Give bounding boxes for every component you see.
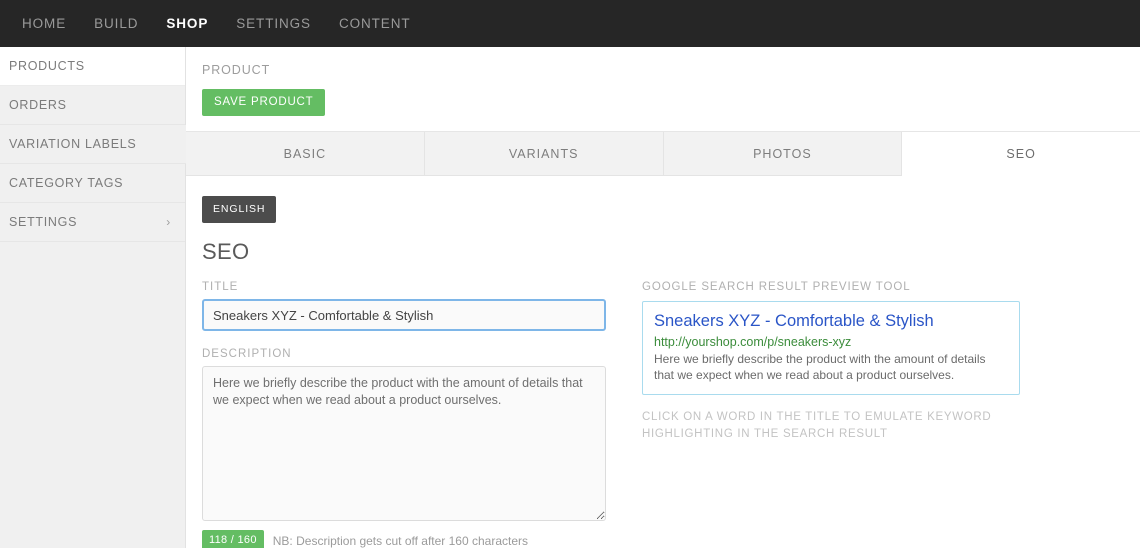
sidebar-item-category-tags[interactable]: CATEGORY TAGS bbox=[0, 164, 185, 203]
sidebar-item-products[interactable]: PRODUCTS bbox=[0, 47, 185, 86]
tab-variants[interactable]: VARIANTS bbox=[424, 132, 664, 175]
breadcrumb: PRODUCT bbox=[202, 63, 271, 77]
sidebar: PRODUCTS ORDERS VARIATION LABELS CATEGOR… bbox=[0, 47, 188, 548]
language-toggle-button[interactable]: ENGLISH bbox=[202, 196, 277, 223]
tab-seo[interactable]: SEO bbox=[902, 132, 1140, 176]
sidebar-item-label: PRODUCTS bbox=[9, 59, 85, 73]
sidebar-item-variation-labels[interactable]: VARIATION LABELS bbox=[0, 125, 188, 164]
tab-basic[interactable]: BASIC bbox=[186, 132, 425, 175]
page-body: PRODUCTS ORDERS VARIATION LABELS CATEGOR… bbox=[0, 47, 1140, 548]
save-product-button[interactable]: SAVE PRODUCT bbox=[202, 89, 326, 116]
seo-form-column: TITLE DESCRIPTION 118 / 160 NB: Descript… bbox=[202, 281, 620, 548]
character-count-note: NB: Description gets cut off after 160 c… bbox=[272, 533, 528, 548]
google-preview-hint: CLICK ON A WORD IN THE TITLE TO EMULATE … bbox=[642, 411, 992, 440]
character-count-badge: 118 / 160 bbox=[202, 530, 264, 548]
topnav-item-shop[interactable]: SHOP bbox=[152, 0, 222, 47]
google-preview-title[interactable]: Sneakers XYZ - Comfortable & Stylish bbox=[654, 311, 1008, 332]
sidebar-item-label: VARIATION LABELS bbox=[9, 137, 137, 151]
main-header: PRODUCT SAVE PRODUCT bbox=[186, 47, 1140, 132]
seo-columns: TITLE DESCRIPTION 118 / 160 NB: Descript… bbox=[202, 281, 1124, 548]
topnav-item-settings[interactable]: SETTINGS bbox=[222, 0, 325, 47]
google-preview-description: Here we briefly describe the product wit… bbox=[654, 351, 986, 383]
tab-bar: BASIC VARIANTS PHOTOS SEO bbox=[186, 132, 1140, 176]
description-field-label: DESCRIPTION bbox=[202, 348, 292, 360]
top-navigation-bar: HOME BUILD SHOP SETTINGS CONTENT bbox=[0, 0, 1140, 47]
tab-photos[interactable]: PHOTOS bbox=[663, 132, 903, 175]
topnav-item-content[interactable]: CONTENT bbox=[325, 0, 425, 47]
topnav-item-build[interactable]: BUILD bbox=[80, 0, 152, 47]
title-field-label: TITLE bbox=[202, 281, 239, 293]
sidebar-item-orders[interactable]: ORDERS bbox=[0, 86, 185, 125]
main-panel: PRODUCT SAVE PRODUCT BASIC VARIANTS PHOT… bbox=[186, 47, 1140, 548]
google-preview-column: GOOGLE SEARCH RESULT PREVIEW TOOL Sneake… bbox=[642, 281, 1042, 548]
topnav-item-home[interactable]: HOME bbox=[8, 0, 80, 47]
seo-title-input[interactable] bbox=[202, 299, 606, 331]
chevron-right-icon: › bbox=[166, 215, 171, 229]
google-preview-box: Sneakers XYZ - Comfortable & Stylish htt… bbox=[642, 301, 1020, 396]
google-preview-label: GOOGLE SEARCH RESULT PREVIEW TOOL bbox=[642, 281, 911, 293]
sidebar-item-label: SETTINGS bbox=[9, 215, 78, 229]
character-counter-row: 118 / 160 NB: Description gets cut off a… bbox=[202, 530, 620, 548]
sidebar-item-label: CATEGORY TAGS bbox=[9, 176, 124, 190]
seo-description-textarea[interactable] bbox=[202, 366, 606, 521]
sidebar-item-settings[interactable]: SETTINGS › bbox=[0, 203, 185, 242]
page-title: SEO bbox=[202, 239, 250, 264]
seo-tab-content: ENGLISH SEO TITLE DESCRIPTION 118 / 160 … bbox=[186, 176, 1140, 548]
sidebar-item-label: ORDERS bbox=[9, 98, 67, 112]
google-preview-url: http://yourshop.com/p/sneakers-xyz bbox=[654, 334, 852, 349]
